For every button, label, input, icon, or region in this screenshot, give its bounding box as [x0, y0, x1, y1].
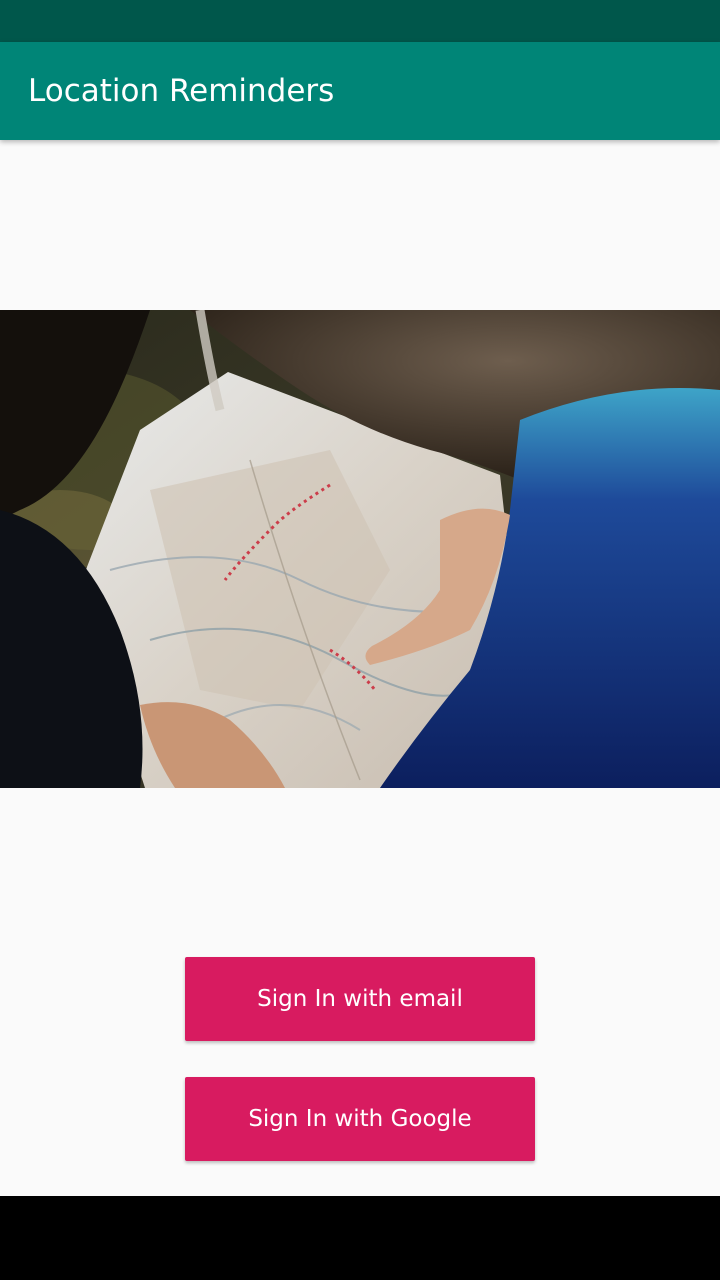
- login-content: Sign In with email Sign In with Google: [0, 140, 720, 1196]
- app-bar: Location Reminders: [0, 42, 720, 140]
- status-bar: [0, 0, 720, 42]
- sign-in-email-button[interactable]: Sign In with email: [185, 957, 535, 1041]
- navigation-bar: [0, 1196, 720, 1280]
- map-photo-illustration: [0, 310, 720, 788]
- app-title: Location Reminders: [28, 73, 335, 109]
- hero-map-image: [0, 310, 720, 788]
- sign-in-google-button[interactable]: Sign In with Google: [185, 1077, 535, 1161]
